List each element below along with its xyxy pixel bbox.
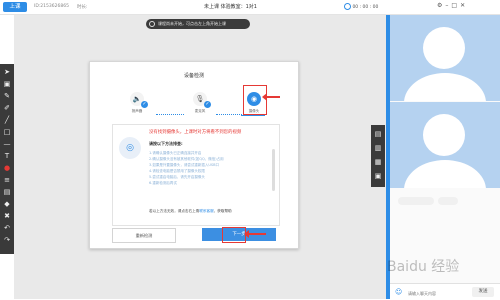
eraser-icon[interactable]: ◆ [2, 199, 12, 209]
troubleshoot-title: 请按以下方法排查: [149, 141, 183, 146]
chat-message [398, 197, 434, 205]
step-connector [216, 114, 242, 115]
notice-text: 课程尚未开始，可点击左上角开始上课 [158, 21, 226, 26]
chat-input[interactable] [406, 287, 466, 299]
tips-list: 1.请确认摄像头已正确连接并开启 2.确认摄像头没有被其他软件(如QQ、微信)占… [149, 150, 273, 186]
timer: 00 : 00 : 00 [344, 3, 378, 10]
class-notice: 课程尚未开始，可点击左上角开始上课 [146, 19, 250, 29]
avatar-body [404, 73, 486, 101]
pen-icon[interactable]: ✎ [2, 91, 12, 101]
document-icon[interactable]: ▤ [373, 129, 383, 139]
footer-text: 若以上方法无效，请点击右上角 [149, 209, 200, 213]
footer-tail: ，获取帮助 [213, 209, 232, 213]
timer-text: 00 : 00 : 00 [352, 5, 379, 10]
list-item: 6.重新检测后再试 [149, 181, 177, 185]
error-message: 没有找到摄像头，上课时对方将看不到您的视频 [149, 130, 242, 135]
step-label: 扬声器 [131, 109, 143, 113]
camera-error-panel: ◎ 没有找到摄像头，上课时对方将看不到您的视频 请按以下方法排查: 1.请确认摄… [112, 124, 280, 226]
start-class-button[interactable]: 上课 [3, 2, 27, 12]
active-step-underline [241, 115, 265, 116]
step-label: 麦克风 [194, 109, 206, 113]
side-tools: ▤ ▥ ▦ ▣ [371, 125, 385, 187]
highlight-box [222, 227, 246, 243]
annotation-arrow [262, 93, 280, 101]
device-check-dialog: 设备检测 🔈 ✓ 扬声器 🎙 ✓ 麦克风 ◉ 摄像头 ◎ 没有找到摄像头，上课时对方… [89, 61, 299, 249]
record-icon[interactable] [344, 3, 351, 10]
check-icon: ✓ [204, 101, 211, 108]
drawing-toolbar: ➤ ▣ ✎ ✐ ╱ □ — T ● ≡ ▤ ◆ ✖ ↶ ↷ [0, 64, 14, 254]
line-icon[interactable]: ╱ [2, 115, 12, 125]
class-status: 未上课 体验教室：1对1 [204, 4, 257, 10]
pointer-icon[interactable]: ➤ [2, 67, 12, 77]
step-mic: 🎙 ✓ 麦克风 [185, 92, 215, 114]
folder-icon[interactable]: ▦ [373, 157, 383, 167]
step-speaker: 🔈 ✓ 扬声器 [122, 92, 152, 114]
info-icon [149, 21, 155, 27]
mic-icon: 🎙 ✓ [193, 92, 211, 108]
select-icon[interactable]: ▣ [2, 79, 12, 89]
slides-icon[interactable]: ▥ [373, 143, 383, 153]
redo-icon[interactable]: ↷ [2, 235, 12, 245]
image-icon[interactable]: ▤ [2, 187, 12, 197]
window-controls: ⚙–□✕ [437, 2, 468, 9]
chat-message [438, 197, 458, 205]
text-icon[interactable]: T [2, 151, 12, 161]
dialog-title: 设备检测 [183, 73, 204, 79]
recheck-button[interactable]: 重新检测 [112, 228, 176, 243]
top-bar: 上课 ID:2153626865 时长: 未上课 体验教室：1对1 00 : 0… [0, 0, 500, 15]
teacher-video [390, 15, 500, 101]
highlighter-icon[interactable]: ✐ [2, 103, 12, 113]
undo-icon[interactable]: ↶ [2, 223, 12, 233]
scrollbar[interactable] [272, 149, 275, 191]
contact-support-link[interactable]: 联系客服 [199, 209, 213, 213]
clear-icon[interactable]: ✖ [2, 211, 12, 221]
check-icon: ✓ [141, 101, 148, 108]
emoji-icon[interactable]: ☺ [395, 288, 403, 296]
annotation-arrow [244, 230, 266, 238]
speaker-icon: 🔈 ✓ [130, 92, 148, 108]
watermark: Baidu 经验 [387, 259, 460, 275]
camera-icon: ◎ [119, 137, 141, 159]
avatar-head [423, 27, 465, 69]
line-width-icon[interactable]: — [2, 139, 12, 149]
avatar-body [404, 160, 486, 188]
help-footer: 若以上方法无效，请点击右上角联系客服，获取帮助 [149, 209, 277, 214]
maximize-icon[interactable]: □ [451, 2, 460, 9]
student-video [390, 102, 500, 188]
chat-input-bar: ☺ 发送 [390, 283, 500, 300]
layers-icon[interactable]: ≡ [2, 175, 12, 185]
rectangle-icon[interactable]: □ [2, 127, 12, 137]
color-icon[interactable]: ● [2, 163, 12, 173]
room-id: ID:2153626865 [34, 4, 69, 9]
send-button[interactable]: 发送 [472, 287, 494, 297]
duration-label: 时长: [77, 5, 88, 10]
save-icon[interactable]: ▣ [373, 171, 383, 181]
close-icon[interactable]: ✕ [460, 2, 468, 9]
step-connector [156, 114, 184, 115]
avatar-head [423, 114, 465, 156]
